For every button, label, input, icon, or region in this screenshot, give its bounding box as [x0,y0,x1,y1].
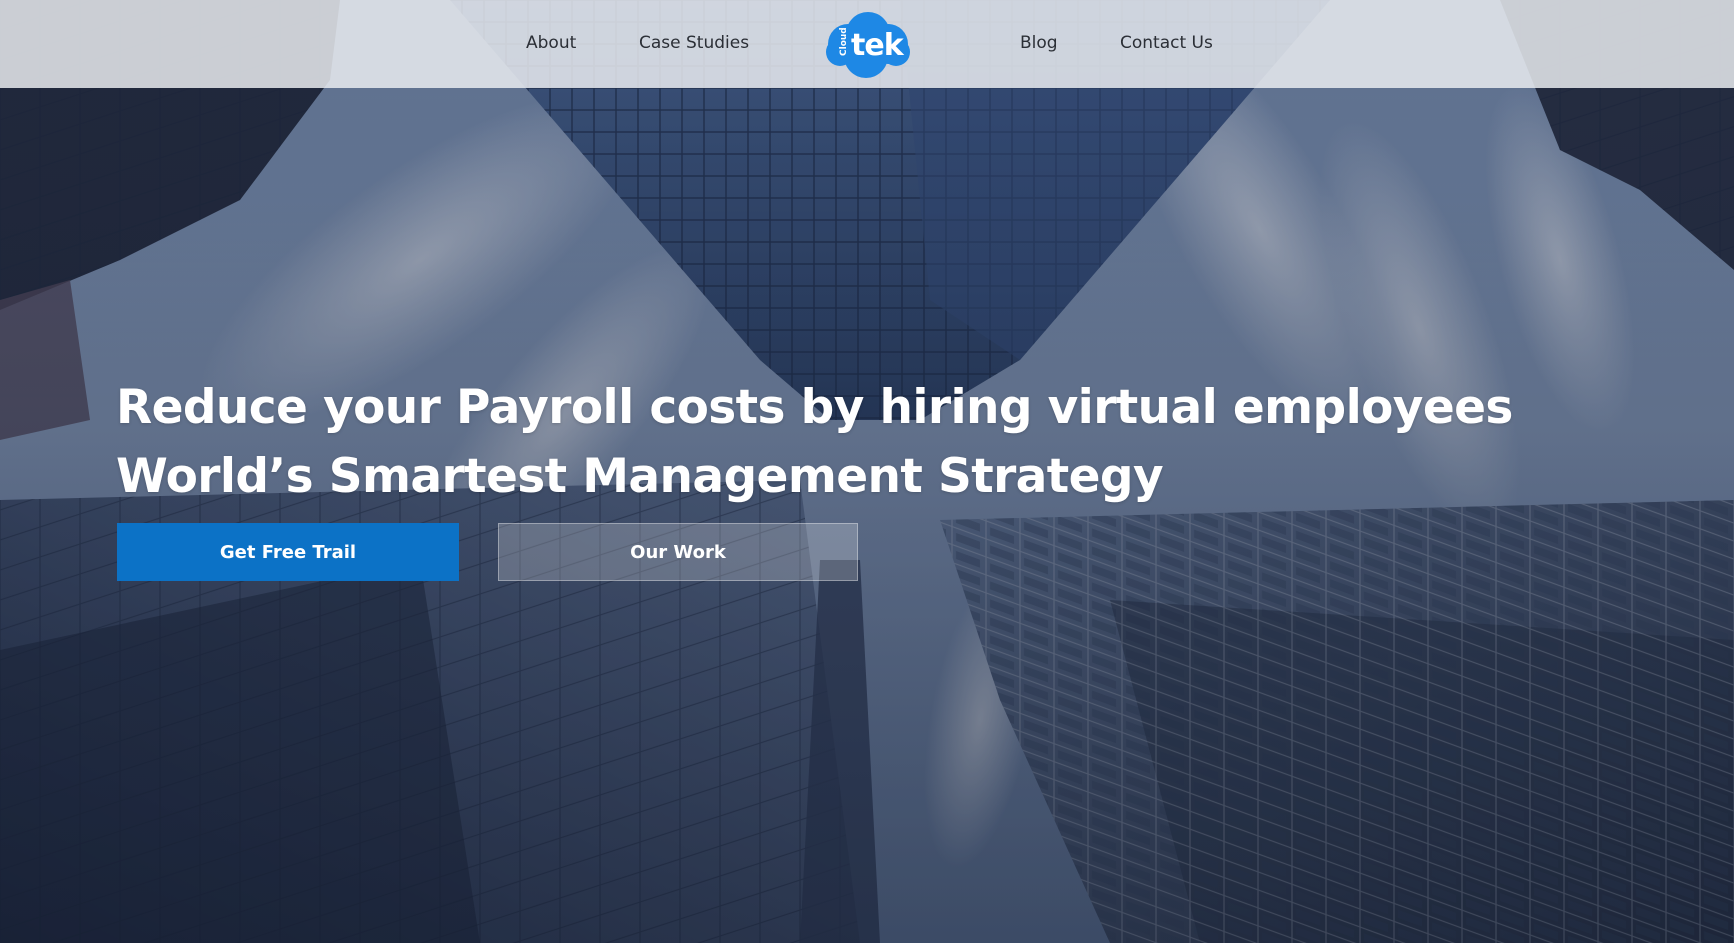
hero-headline: Reduce your Payroll costs by hiring virt… [116,380,1513,435]
our-work-button[interactable]: Our Work [498,523,858,581]
nav-link-blog[interactable]: Blog [1020,33,1058,53]
logo-main-text: tek [851,28,905,63]
nav-link-contact-us[interactable]: Contact Us [1120,33,1213,53]
top-navbar: About Case Studies Cloud tek Blog Contac… [0,0,1734,88]
nav-link-about[interactable]: About [526,33,576,53]
logo-small-text: Cloud [839,27,849,56]
get-free-trial-button[interactable]: Get Free Trail [117,523,459,581]
cloudtek-logo[interactable]: Cloud tek [818,10,916,80]
hero-subheadline: World’s Smartest Management Strategy [116,449,1164,504]
nav-link-case-studies[interactable]: Case Studies [639,33,749,53]
homepage: About Case Studies Cloud tek Blog Contac… [0,0,1734,943]
